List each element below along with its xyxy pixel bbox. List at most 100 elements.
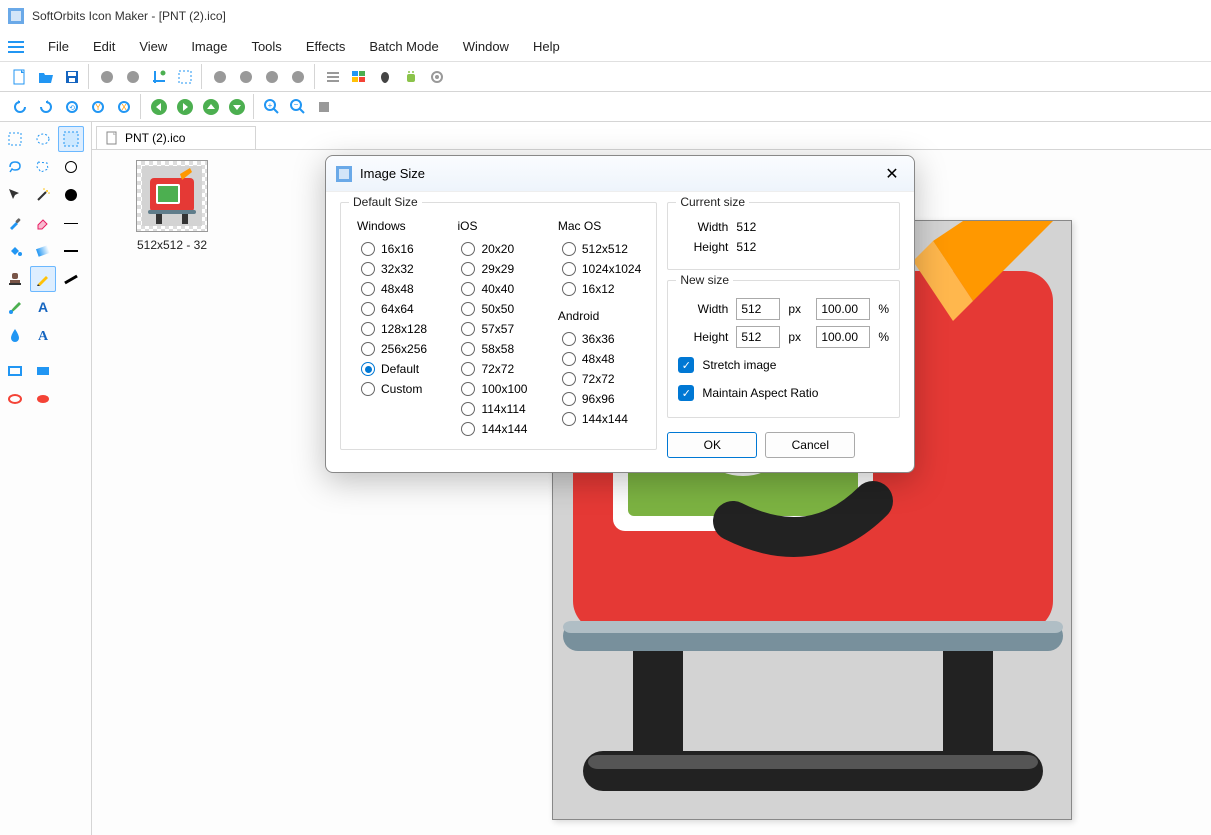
radio-dot[interactable] (562, 392, 576, 406)
stretch-checkbox[interactable]: ✓ (678, 357, 694, 373)
line-thin[interactable] (58, 223, 84, 224)
radio-144x144[interactable]: 144x144 (552, 409, 646, 429)
radio-72x72[interactable]: 72x72 (552, 369, 646, 389)
radio-dot[interactable] (461, 302, 475, 316)
stretch-checkbox-row[interactable]: ✓ Stretch image (678, 351, 889, 379)
swatch-white[interactable] (58, 161, 84, 173)
radio-58x58[interactable]: 58x58 (451, 339, 545, 359)
menu-window[interactable]: Window (451, 35, 521, 58)
radio-dot[interactable] (461, 422, 475, 436)
rect-shape-tool[interactable] (2, 358, 28, 384)
rotate-left-button[interactable] (8, 95, 32, 119)
line-med[interactable] (58, 250, 84, 252)
select-all-tool[interactable] (58, 126, 84, 152)
new-width-px-input[interactable] (736, 298, 780, 320)
android-button[interactable] (399, 65, 423, 89)
select-rect-tool[interactable] (2, 126, 28, 152)
radio-57x57[interactable]: 57x57 (451, 319, 545, 339)
radio-48x48[interactable]: 48x48 (552, 349, 646, 369)
radio-dot[interactable] (361, 262, 375, 276)
select-ellipse-tool[interactable] (30, 126, 56, 152)
crop-button[interactable] (147, 65, 171, 89)
fill-tool[interactable] (2, 238, 28, 264)
stop-button[interactable] (312, 95, 336, 119)
open-file-button[interactable] (34, 65, 58, 89)
circle5-button[interactable] (260, 65, 284, 89)
radio-256x256[interactable]: 256x256 (351, 339, 445, 359)
radio-1024x1024[interactable]: 1024x1024 (552, 259, 646, 279)
menu-hamburger-icon[interactable] (8, 39, 24, 55)
circle2-button[interactable] (121, 65, 145, 89)
rect-fill-tool[interactable] (30, 358, 56, 384)
menu-tools[interactable]: Tools (239, 35, 293, 58)
dialog-titlebar[interactable]: Image Size ✕ (326, 156, 914, 192)
new-file-button[interactable] (8, 65, 32, 89)
radio-20x20[interactable]: 20x20 (451, 239, 545, 259)
radio-dot[interactable] (461, 282, 475, 296)
radio-114x114[interactable]: 114x114 (451, 399, 545, 419)
radio-default[interactable]: Default (351, 359, 445, 379)
menu-image[interactable]: Image (179, 35, 239, 58)
thumbnail[interactable] (136, 160, 208, 232)
radio-dot[interactable] (461, 362, 475, 376)
radio-dot[interactable] (361, 282, 375, 296)
polygon-lasso-tool[interactable] (30, 154, 56, 180)
eraser-tool[interactable] (30, 210, 56, 236)
radio-dot[interactable] (461, 382, 475, 396)
ok-button[interactable]: OK (667, 432, 757, 458)
menu-batch-mode[interactable]: Batch Mode (357, 35, 450, 58)
lasso-tool[interactable] (2, 154, 28, 180)
flip-h-button[interactable]: ⟲ (60, 95, 84, 119)
ellipse-shape-tool[interactable] (2, 386, 28, 412)
save-button[interactable] (60, 65, 84, 89)
radio-dot[interactable] (361, 342, 375, 356)
radio-dot[interactable] (361, 302, 375, 316)
radio-dot[interactable] (562, 352, 576, 366)
menu-file[interactable]: File (36, 35, 81, 58)
move-tool[interactable] (2, 182, 28, 208)
circle3-button[interactable] (208, 65, 232, 89)
aspect-checkbox[interactable]: ✓ (678, 385, 694, 401)
menu-effects[interactable]: Effects (294, 35, 358, 58)
radio-dot[interactable] (562, 332, 576, 346)
radio-dot[interactable] (562, 372, 576, 386)
pencil-tool[interactable] (30, 266, 56, 292)
gradient-tool[interactable] (30, 238, 56, 264)
radio-dot[interactable] (461, 242, 475, 256)
radio-50x50[interactable]: 50x50 (451, 299, 545, 319)
resize-button[interactable] (173, 65, 197, 89)
circle4-button[interactable] (234, 65, 258, 89)
new-height-px-input[interactable] (736, 326, 780, 348)
menu-view[interactable]: View (127, 35, 179, 58)
down-button[interactable] (225, 95, 249, 119)
eyedropper-tool[interactable] (2, 210, 28, 236)
radio-40x40[interactable]: 40x40 (451, 279, 545, 299)
list-button[interactable] (321, 65, 345, 89)
windows-button[interactable] (347, 65, 371, 89)
magic-wand-tool[interactable] (30, 182, 56, 208)
stamp-tool[interactable] (2, 266, 28, 292)
new-width-pct-input[interactable] (816, 298, 870, 320)
radio-128x128[interactable]: 128x128 (351, 319, 445, 339)
radio-144x144[interactable]: 144x144 (451, 419, 545, 439)
line-thick[interactable] (58, 278, 84, 281)
next-button[interactable] (173, 95, 197, 119)
prev-button[interactable] (147, 95, 171, 119)
radio-dot[interactable] (361, 382, 375, 396)
radio-dot[interactable] (562, 262, 576, 276)
radio-29x29[interactable]: 29x29 (451, 259, 545, 279)
circle6-button[interactable] (286, 65, 310, 89)
radio-dot[interactable] (562, 242, 576, 256)
brush-tool[interactable] (2, 294, 28, 320)
new-height-pct-input[interactable] (816, 326, 870, 348)
radio-dot[interactable] (361, 322, 375, 336)
radio-72x72[interactable]: 72x72 (451, 359, 545, 379)
radio-100x100[interactable]: 100x100 (451, 379, 545, 399)
radio-16x16[interactable]: 16x16 (351, 239, 445, 259)
radio-48x48[interactable]: 48x48 (351, 279, 445, 299)
zoom-out-button[interactable]: − (286, 95, 310, 119)
apple-button[interactable] (373, 65, 397, 89)
rotate-right-button[interactable] (34, 95, 58, 119)
aspect-checkbox-row[interactable]: ✓ Maintain Aspect Ratio (678, 379, 889, 407)
ellipse-fill-tool[interactable] (30, 386, 56, 412)
